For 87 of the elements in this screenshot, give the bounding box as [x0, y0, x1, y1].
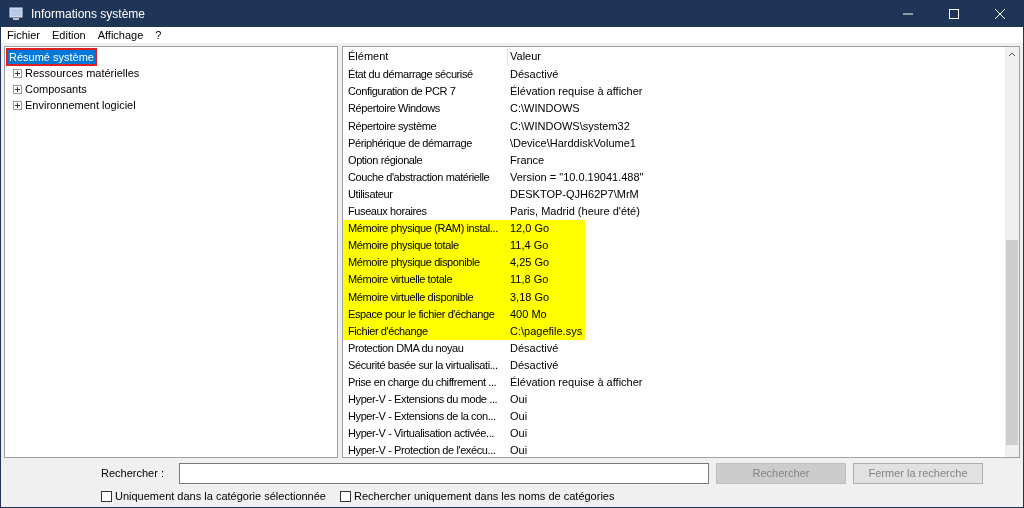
table-cell-text: Oui: [509, 409, 528, 425]
table-row[interactable]: Hyper-V - Extensions de la con... Oui: [343, 407, 1005, 425]
table-row[interactable]: Fuseaux horaires Paris, Madrid (heure d'été): [343, 202, 1005, 220]
table-cell-text: DESKTOP-QJH62P7\MrM: [509, 186, 639, 202]
table-cell-text: Hyper-V - Protection de l'exécu...: [347, 443, 497, 457]
tree-item[interactable]: Environnement logiciel: [24, 98, 137, 112]
table-cell-text: C:\WINDOWS: [509, 101, 580, 117]
scrollbar[interactable]: [1005, 47, 1019, 457]
table-row[interactable]: Répertoire système C:\WINDOWS\system32: [343, 117, 1005, 135]
table-cell-text: 11,4 Go: [509, 238, 549, 254]
table-row[interactable]: Hyper-V - Protection de l'exécu... Oui: [343, 442, 1005, 457]
table-cell-text: 11,8 Go: [509, 272, 549, 288]
table-cell-text: Désactivé: [509, 357, 559, 373]
maximize-icon: [949, 9, 959, 19]
table-row[interactable]: Utilisateur DESKTOP-QJH62P7\MrM: [343, 185, 1005, 203]
table-cell-text: Oui: [509, 426, 528, 442]
table-cell-text: État du démarrage sécurisé: [347, 67, 474, 83]
table-row[interactable]: Couche d'abstraction matérielle Version = "10.0.19041.488": [343, 168, 1005, 186]
table-cell-text: Couche d'abstraction matérielle: [347, 169, 491, 185]
table-row[interactable]: État du démarrage sécurisé Désactivé: [343, 66, 1005, 84]
table-cell-text: Sécurité basée sur la virtualisati...: [347, 357, 499, 373]
table-cell-text: Mémoire physique totale: [347, 238, 460, 254]
checkbox-label: Uniquement dans la catégorie sélectionnée: [115, 488, 326, 504]
expand-icon[interactable]: [13, 84, 22, 94]
table-row[interactable]: Sécurité basée sur la virtualisati... Désactivé: [343, 356, 1005, 374]
column-header[interactable]: Élément: [343, 47, 508, 66]
checkbox-label: Rechercher uniquement dans les noms de catégories: [354, 488, 615, 504]
table-cell-text: 4,25 Go: [509, 255, 550, 271]
close-icon: [995, 9, 1005, 19]
table-row[interactable]: Option régionale France: [343, 151, 1005, 169]
table-cell-text: Option régionale: [347, 152, 424, 168]
table-row[interactable]: Hyper-V - Extensions du mode ... Oui: [343, 390, 1005, 408]
tree-item[interactable]: Ressources matérielles: [24, 66, 141, 80]
table-cell-text: Oui: [509, 392, 528, 408]
table-cell-text: Oui: [509, 443, 528, 457]
column-header[interactable]: Valeur: [508, 48, 541, 65]
table-cell-text: Élévation requise à afficher: [509, 84, 643, 100]
search-field[interactable]: [179, 462, 709, 484]
table-row[interactable]: Hyper-V - Virtualisation activée... Oui: [343, 424, 1005, 443]
table-row[interactable]: Périphérique de démarrage \Device\HarddiskVolume1: [343, 134, 1005, 152]
menu-item[interactable]: Fichier: [7, 26, 40, 44]
table-cell-text: Mémoire virtuelle totale: [347, 272, 454, 288]
table-cell-text: 12,0 Go: [509, 221, 550, 237]
table-cell-text: Configuration de PCR 7: [347, 84, 457, 100]
menu-item[interactable]: Edition: [52, 26, 86, 44]
table-cell-text: C:\WINDOWS\system32: [509, 118, 630, 134]
table-cell-text: Périphérique de démarrage: [347, 135, 473, 151]
table-cell-text: Mémoire physique (RAM) instal...: [347, 221, 499, 237]
table-cell-text: Mémoire physique disponible: [347, 255, 481, 271]
table-cell-text: Fichier d'échange: [347, 323, 429, 339]
table-cell-text: Désactivé: [509, 67, 559, 83]
table-cell-text: 400 Mo: [509, 306, 547, 322]
expand-icon[interactable]: [13, 100, 22, 110]
computer-icon: [9, 7, 23, 21]
search-label: Rechercher :: [101, 465, 165, 481]
window-title: Informations système: [31, 6, 146, 23]
table-cell-text: Hyper-V - Extensions de la con...: [347, 409, 497, 425]
checkbox[interactable]: [101, 490, 112, 502]
table-row[interactable]: Répertoire Windows C:\WINDOWS: [343, 100, 1005, 118]
table-cell-text: Élévation requise à afficher: [509, 375, 643, 390]
scroll-up-icon[interactable]: [1008, 51, 1016, 57]
expand-icon[interactable]: [13, 68, 22, 78]
tree-item[interactable]: Composants: [24, 82, 88, 96]
checkbox[interactable]: [340, 490, 351, 502]
table-cell-text: Protection DMA du noyau: [347, 340, 465, 356]
table-cell-text: Répertoire système: [347, 118, 438, 134]
table-cell-text: Prise en charge du chiffrement ...: [347, 375, 498, 390]
table-cell-text: Paris, Madrid (heure d'été): [509, 204, 640, 220]
table-cell-text: Version = "10.0.19041.488": [509, 169, 644, 185]
table-row[interactable]: Protection DMA du noyau Désactivé: [343, 339, 1005, 357]
table-cell-text: Hyper-V - Extensions du mode ...: [347, 392, 499, 408]
menu-item[interactable]: Affichage: [97, 26, 144, 44]
table-cell-text: 3,18 Go: [509, 289, 550, 305]
table-cell-text: Fuseaux horaires: [347, 204, 428, 220]
table-cell-text: Désactivé: [509, 340, 559, 356]
table-cell-text: Répertoire Windows: [347, 101, 441, 117]
menu-item[interactable]: ?: [155, 26, 162, 44]
table-row[interactable]: Prise en charge du chiffrement ... Élévation requise à afficher: [343, 373, 1005, 391]
table-cell-text: Hyper-V - Virtualisation activée...: [347, 426, 495, 442]
tree-item[interactable]: Résumé système: [8, 50, 95, 64]
table-cell-text: Espace pour le fichier d'échange: [347, 306, 496, 322]
table-cell-text: Utilisateur: [347, 186, 394, 202]
table-cell-text: C:\pagefile.sys: [509, 323, 583, 339]
table-row[interactable]: Configuration de PCR 7 Élévation requise à afficher: [343, 83, 1005, 101]
table-cell-text: Mémoire virtuelle disponible: [347, 289, 475, 305]
table-cell-text: France: [509, 152, 545, 168]
table-cell-text: \Device\HarddiskVolume1: [509, 135, 636, 151]
